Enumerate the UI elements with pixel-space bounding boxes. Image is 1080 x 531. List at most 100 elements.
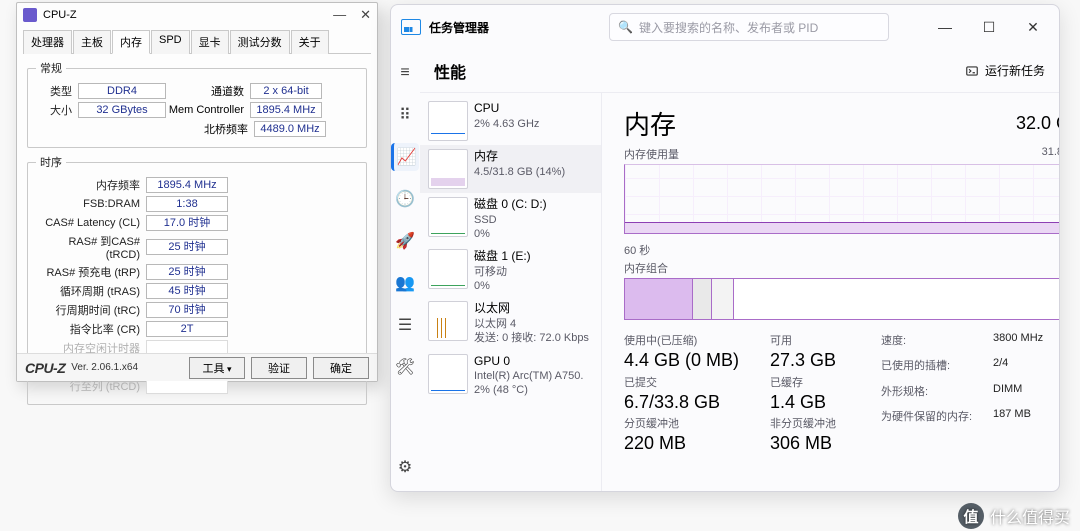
val-slots: 2/4 xyxy=(993,357,1060,380)
label-nbfreq: 北桥频率 xyxy=(170,121,254,137)
label-channels: 通道数 xyxy=(166,83,250,99)
comp-free xyxy=(734,279,1060,319)
label-size: 大小 xyxy=(36,102,78,118)
perf-thumb xyxy=(428,301,468,341)
timing-label: CAS# Latency (CL) xyxy=(36,217,146,229)
timing-label: 指令比率 (CR) xyxy=(36,321,146,337)
ok-button[interactable]: 确定 xyxy=(313,357,369,379)
perf-thumb xyxy=(428,354,468,394)
tab-bench[interactable]: 测试分数 xyxy=(230,30,290,54)
tab-mainboard[interactable]: 主板 xyxy=(73,30,111,54)
timing-value: 25 时钟 xyxy=(146,239,228,255)
perf-thumb xyxy=(428,149,468,189)
cap-commit: 已提交 xyxy=(624,374,764,390)
memory-usage-chart xyxy=(624,164,1060,234)
nav-processes-icon[interactable]: ⠿ xyxy=(391,101,419,129)
timing-value: 45 时钟 xyxy=(146,283,228,299)
nav-performance-icon[interactable]: 📈 xyxy=(391,143,419,171)
cap-paged: 分页缓冲池 xyxy=(624,415,764,431)
perf-item-sub1: 4.5/31.8 GB (14%) xyxy=(474,165,593,179)
taskmgr-app-icon xyxy=(401,19,421,35)
tools-button[interactable]: 工具 xyxy=(189,357,245,379)
perf-item-name: 磁盘 1 (E:) xyxy=(474,249,593,265)
perf-list-item[interactable]: 磁盘 0 (C: D:)SSD0% xyxy=(420,193,601,245)
value-memcontroller: 1895.4 MHz xyxy=(250,102,322,118)
timing-value: 17.0 时钟 xyxy=(146,215,228,231)
cpuz-titlebar[interactable]: CPU-Z — ✕ xyxy=(17,3,377,27)
taskmgr-section-header: 性能 运行新任务 ⋯ xyxy=(420,49,1060,93)
timing-label: RAS# 预充电 (tRP) xyxy=(36,264,146,280)
perf-thumb xyxy=(428,197,468,237)
tab-memory[interactable]: 内存 xyxy=(112,30,150,54)
timing-label: 循环周期 (tRAS) xyxy=(36,283,146,299)
timing-value: 1895.4 MHz xyxy=(146,177,228,193)
timing-label: 行周期时间 (tRC) xyxy=(36,302,146,318)
taskmgr-body: CPU2% 4.63 GHz内存4.5/31.8 GB (14%)磁盘 0 (C… xyxy=(420,93,1060,491)
cap-form: 外形规格: xyxy=(881,383,987,406)
minimize-icon[interactable]: — xyxy=(923,11,967,43)
tab-graphics[interactable]: 显卡 xyxy=(191,30,229,54)
perf-list-item[interactable]: 以太网以太网 4发送: 0 接收: 72.0 Kbps xyxy=(420,297,601,349)
run-new-task-button[interactable]: 运行新任务 xyxy=(957,58,1053,83)
minimize-icon[interactable]: — xyxy=(333,7,346,23)
hamburger-icon[interactable]: ≡ xyxy=(391,59,419,87)
perf-thumb xyxy=(428,249,468,289)
tab-spd[interactable]: SPD xyxy=(151,30,190,54)
taskmgr-titlebar[interactable]: 任务管理器 🔍 键入要搜索的名称、发布者或 PID — ☐ ✕ xyxy=(391,5,1059,49)
cpuz-tabs: 处理器 主板 内存 SPD 显卡 测试分数 关于 xyxy=(23,29,371,54)
label-memcontroller: Mem Controller xyxy=(166,104,250,116)
perf-item-sub1: 可移动 xyxy=(474,265,593,279)
perf-list-item[interactable]: 磁盘 1 (E:)可移动0% xyxy=(420,245,601,297)
tab-about[interactable]: 关于 xyxy=(291,30,329,54)
val-cached: 1.4 GB xyxy=(770,392,875,414)
detail-total: 32.0 GB xyxy=(1016,113,1060,134)
composition-caption: 内存组合 xyxy=(624,260,1060,276)
memory-stats: 使用中(已压缩) 可用 速度: 3800 MHz 已使用的插槽: 2/4 外形规… xyxy=(624,332,1060,455)
perf-item-sub2: 0% xyxy=(474,279,593,293)
perf-item-name: CPU xyxy=(474,101,593,117)
nav-services-icon[interactable]: 🛠 xyxy=(391,353,419,381)
close-icon[interactable]: ✕ xyxy=(360,7,371,23)
perf-item-name: 以太网 xyxy=(474,301,593,317)
perf-list-item[interactable]: 内存4.5/31.8 GB (14%) xyxy=(420,145,601,193)
perf-item-sub1: Intel(R) Arc(TM) A750. xyxy=(474,369,593,383)
perf-item-sub2: 0% xyxy=(474,227,593,241)
value-channels: 2 x 64-bit xyxy=(250,83,322,99)
val-form: DIMM xyxy=(993,383,1060,406)
perf-item-sub2: 2% (48 °C) xyxy=(474,383,593,397)
memory-detail: 内存 32.0 GB 内存使用量 31.8 GB 60 秒0 内存组合 xyxy=(602,93,1060,491)
close-icon[interactable]: ✕ xyxy=(1011,11,1055,43)
val-nonpaged: 306 MB xyxy=(770,433,875,455)
run-task-icon xyxy=(965,64,979,78)
validate-button[interactable]: 验证 xyxy=(251,357,307,379)
perf-list-item[interactable]: CPU2% 4.63 GHz xyxy=(420,97,601,145)
val-speed: 3800 MHz xyxy=(993,332,1060,355)
timing-label: RAS# 到CAS# (tRCD) xyxy=(36,233,146,261)
settings-icon[interactable]: ⚙ xyxy=(391,453,419,481)
perf-item-sub1: SSD xyxy=(474,213,593,227)
nav-apphistory-icon[interactable]: 🕒 xyxy=(391,185,419,213)
nav-users-icon[interactable]: 👥 xyxy=(391,269,419,297)
search-input[interactable]: 🔍 键入要搜索的名称、发布者或 PID xyxy=(609,13,889,41)
perf-item-name: 内存 xyxy=(474,149,593,165)
timing-label: 内存频率 xyxy=(36,177,146,193)
maximize-icon[interactable]: ☐ xyxy=(967,11,1011,43)
tab-cpu[interactable]: 处理器 xyxy=(23,30,72,54)
comp-standby xyxy=(712,279,735,319)
taskmgr-main: ≡ ⠿ 📈 🕒 🚀 👥 ☰ 🛠 ⚙ 性能 运行新任务 ⋯ xyxy=(391,49,1059,491)
timing-value: 70 时钟 xyxy=(146,302,228,318)
cpuz-logo: CPU-Z xyxy=(25,360,65,376)
chart-caption: 内存使用量 xyxy=(624,146,679,162)
performance-list: CPU2% 4.63 GHz内存4.5/31.8 GB (14%)磁盘 0 (C… xyxy=(420,93,602,491)
perf-item-sub1: 以太网 4 xyxy=(474,317,593,331)
legend-timings: 时序 xyxy=(36,154,66,170)
memory-composition-chart xyxy=(624,278,1060,320)
section-title: 性能 xyxy=(434,59,466,83)
nav-startup-icon[interactable]: 🚀 xyxy=(391,227,419,255)
legend-general: 常规 xyxy=(36,60,66,76)
nav-details-icon[interactable]: ☰ xyxy=(391,311,419,339)
perf-list-item[interactable]: GPU 0Intel(R) Arc(TM) A750.2% (48 °C) xyxy=(420,350,601,402)
cpuz-window-buttons: — ✕ xyxy=(333,7,371,23)
group-general: 常规 类型 DDR4 通道数 2 x 64-bit 大小 32 GBytes M… xyxy=(27,60,367,148)
cap-hw: 为硬件保留的内存: xyxy=(881,408,987,431)
